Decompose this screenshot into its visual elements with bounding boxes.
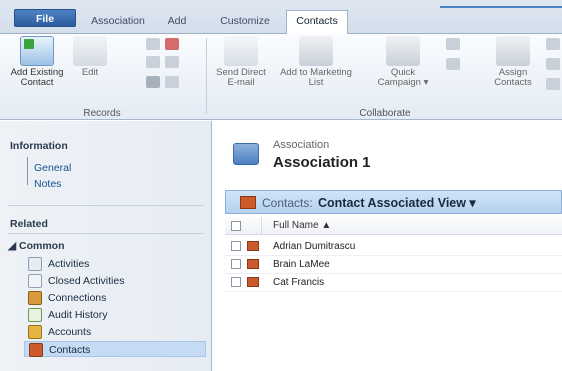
small-tool-icon[interactable] [546, 78, 560, 90]
email-icon [224, 36, 258, 66]
assign-contacts-button[interactable]: Assign Contacts [484, 36, 542, 88]
row-checkbox[interactable] [231, 259, 241, 269]
marketing-list-icon [299, 36, 333, 66]
add-existing-contact-label: Add Existing Contact [10, 67, 64, 88]
add-to-marketing-list-button[interactable]: Add to Marketing List [274, 36, 358, 88]
column-divider [261, 217, 262, 235]
activities-icon [28, 257, 42, 271]
nav-item-label: Closed Activities [48, 275, 125, 287]
main-content: Association Association 1 Contacts: Cont… [213, 121, 562, 371]
add-to-marketing-list-label: Add to Marketing List [280, 67, 352, 88]
add-existing-contact-button[interactable]: Add Existing Contact [6, 36, 68, 88]
table-row[interactable]: Adrian Dumitrascu [225, 238, 562, 255]
tab-customize[interactable]: Customize [212, 11, 278, 33]
related-heading: Related [10, 218, 48, 230]
nav-item-accounts[interactable]: Accounts [24, 324, 206, 340]
contact-name[interactable]: Adrian Dumitrascu [273, 241, 355, 252]
select-all-checkbox[interactable] [231, 221, 241, 231]
contact-icon [247, 241, 259, 251]
contacts-icon [29, 343, 43, 357]
send-direct-email-label: Send Direct E-mail [216, 67, 266, 88]
tab-association[interactable]: Association [82, 11, 154, 33]
contact-name[interactable]: Brain LaMee [273, 259, 330, 270]
contact-view-icon [240, 196, 256, 209]
small-tool-icon[interactable] [546, 38, 560, 50]
table-row[interactable]: Brain LaMee [225, 256, 562, 273]
entity-type-label: Association [273, 139, 330, 151]
row-checkbox[interactable] [231, 241, 241, 251]
more-options-icon[interactable] [165, 76, 179, 88]
nav-item-label: Contacts [49, 344, 91, 356]
nav-link-general[interactable]: General [34, 162, 71, 174]
assign-contacts-label: Assign Contacts [494, 67, 532, 88]
assign-icon [496, 36, 530, 66]
association-icon [233, 143, 259, 165]
quick-campaign-button[interactable]: Quick Campaign ▾ [370, 36, 436, 88]
records-group-label: Records [83, 108, 121, 119]
quick-campaign-label: Quick Campaign ▾ [377, 67, 429, 88]
small-tool-icon[interactable] [146, 56, 160, 68]
small-tool-icon[interactable] [446, 38, 460, 50]
nav-item-closed-activities[interactable]: Closed Activities [24, 273, 206, 289]
connections-icon [28, 291, 42, 305]
row-divider [225, 291, 562, 292]
tree-line [27, 157, 28, 185]
close-icon[interactable] [146, 76, 160, 88]
small-tool-icon[interactable] [446, 58, 460, 70]
nav-item-label: Audit History [48, 309, 108, 321]
edit-label: Edit [81, 67, 99, 78]
column-full-name[interactable]: Full Name ▲ [273, 220, 331, 231]
delete-record-icon[interactable] [165, 38, 179, 50]
small-tool-icon[interactable] [146, 38, 160, 50]
contact-name[interactable]: Cat Francis [273, 277, 324, 288]
add-existing-contact-icon [20, 36, 54, 66]
accent-line [440, 6, 562, 8]
edit-icon [73, 36, 107, 66]
record-title: Association 1 [273, 154, 371, 171]
grid-header: Full Name ▲ [225, 217, 562, 235]
group-separator [206, 38, 207, 114]
nav-item-audit-history[interactable]: Audit History [24, 307, 206, 323]
common-heading[interactable]: ◢ Common [8, 240, 65, 252]
divider [8, 233, 204, 234]
small-tool-icon[interactable] [165, 56, 179, 68]
audit-history-icon [28, 308, 42, 322]
small-tool-icon[interactable] [546, 58, 560, 70]
collaborate-group-label: Collaborate [359, 108, 411, 119]
tab-file[interactable]: File [14, 9, 76, 27]
send-direct-email-button[interactable]: Send Direct E-mail [210, 36, 272, 88]
view-selector-bar: Contacts: Contact Associated View ▾ [225, 190, 562, 214]
edit-button[interactable]: Edit [70, 36, 110, 78]
tab-add[interactable]: Add [160, 11, 194, 33]
information-heading: Information [10, 140, 68, 152]
nav-item-label: Accounts [48, 326, 92, 338]
contact-icon [247, 277, 259, 287]
quick-campaign-icon [386, 36, 420, 66]
nav-item-connections[interactable]: Connections [24, 290, 206, 306]
ribbon-tab-bar: File Association Add Customize Contacts [0, 0, 562, 34]
nav-item-contacts[interactable]: Contacts [24, 341, 206, 357]
nav-item-label: Connections [48, 292, 107, 304]
divider [8, 205, 204, 206]
nav-item-label: Activities [48, 258, 90, 270]
nav-link-notes[interactable]: Notes [34, 178, 61, 190]
closed-activities-icon [28, 274, 42, 288]
tab-contacts[interactable]: Contacts [286, 10, 348, 34]
accounts-icon [28, 325, 42, 339]
view-selector[interactable]: Contact Associated View ▾ [318, 195, 476, 210]
row-checkbox[interactable] [231, 277, 241, 287]
table-row[interactable]: Cat Francis [225, 274, 562, 291]
nav-item-activities[interactable]: Activities [24, 256, 206, 272]
view-prefix: Contacts: [262, 196, 313, 210]
contact-icon [247, 259, 259, 269]
ribbon: Add Existing Contact Edit Records Send D… [0, 34, 562, 120]
